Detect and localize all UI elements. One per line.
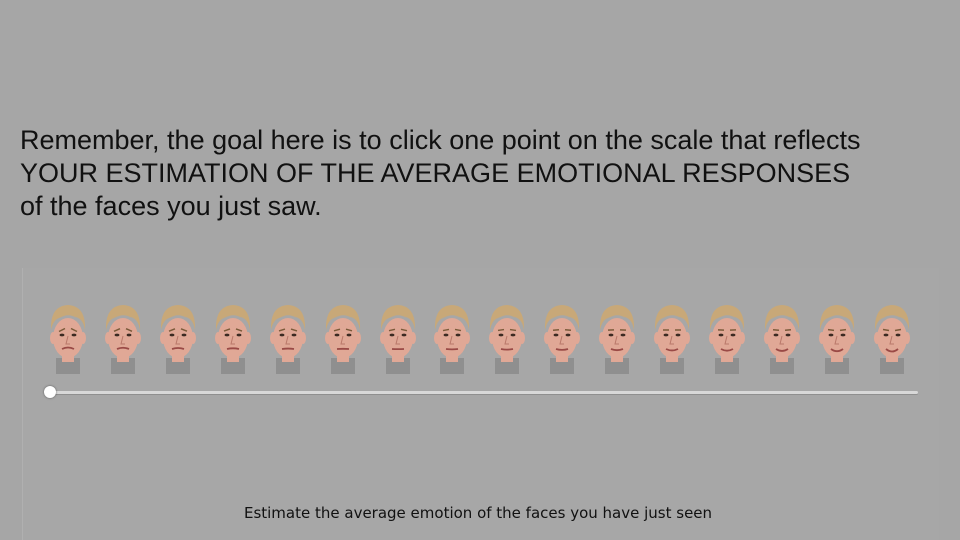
instruction-line-2: YOUR ESTIMATION OF THE AVERAGE EMOTIONAL…	[20, 158, 851, 188]
face-16	[869, 300, 915, 374]
instruction-text: Remember, the goal here is to click one …	[20, 124, 940, 223]
face-12	[649, 300, 695, 374]
slider-thumb[interactable]	[44, 386, 56, 398]
face-3	[155, 300, 201, 374]
face-15	[814, 300, 860, 374]
face-8	[429, 300, 475, 374]
face-11	[594, 300, 640, 374]
face-5	[265, 300, 311, 374]
emotion-slider[interactable]	[44, 384, 918, 402]
face-13	[704, 300, 750, 374]
face-6	[320, 300, 366, 374]
task-screen: Remember, the goal here is to click one …	[0, 0, 960, 540]
instruction-line-3: of the faces you just saw.	[20, 191, 322, 221]
face-14	[759, 300, 805, 374]
face-2	[100, 300, 146, 374]
face-1	[45, 300, 91, 374]
face-10	[539, 300, 585, 374]
face-7	[375, 300, 421, 374]
slider-caption: Estimate the average emotion of the face…	[243, 504, 713, 522]
slider-track[interactable]	[50, 391, 918, 394]
face-4	[210, 300, 256, 374]
instruction-line-1: Remember, the goal here is to click one …	[20, 125, 861, 155]
face-scale	[45, 300, 915, 374]
face-9	[484, 300, 530, 374]
